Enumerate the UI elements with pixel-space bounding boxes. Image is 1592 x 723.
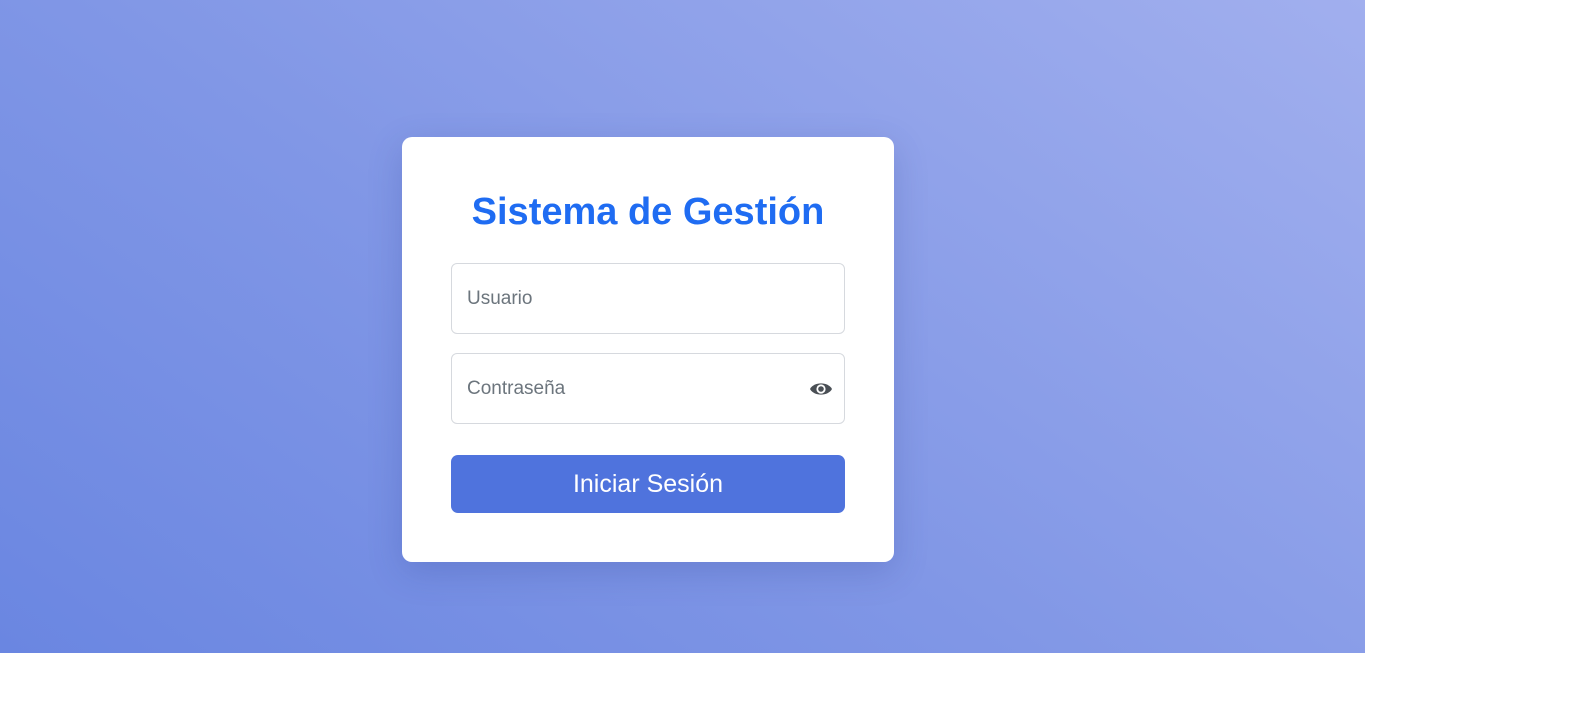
login-button[interactable]: Iniciar Sesión [451, 455, 845, 513]
login-card: Sistema de Gestión Iniciar Sesión [402, 137, 894, 562]
password-input[interactable] [452, 354, 844, 423]
eye-icon[interactable] [809, 379, 833, 399]
page-title: Sistema de Gestión [471, 191, 825, 233]
password-field [451, 353, 845, 424]
username-input[interactable] [452, 264, 844, 333]
username-field [451, 263, 845, 334]
